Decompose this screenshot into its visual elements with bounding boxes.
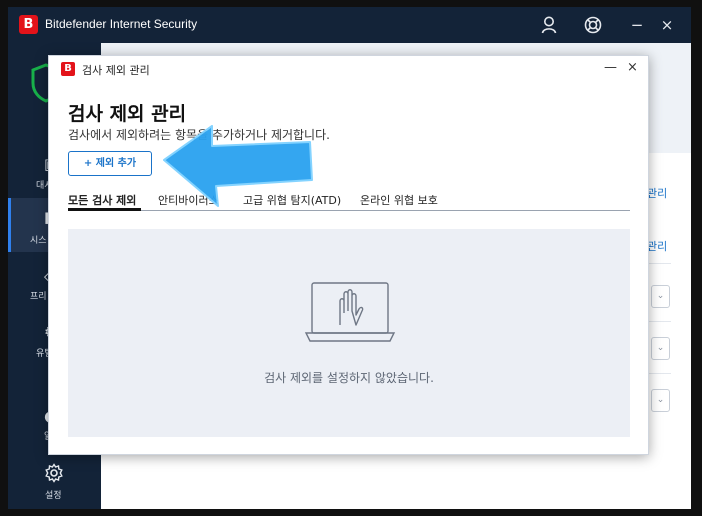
gear-icon: [45, 463, 63, 483]
tab-all-exclusions[interactable]: 모든 검사 제외: [68, 192, 136, 208]
bitdefender-logo: B: [19, 15, 38, 34]
dialog-close-button[interactable]: ×: [627, 60, 638, 75]
sidebar-item-settings[interactable]: 설정: [8, 461, 101, 503]
dialog-titlebar: B 검사 제외 관리 — ×: [49, 56, 648, 82]
active-tab-indicator: [68, 208, 141, 211]
dialog-minimize-button[interactable]: —: [604, 60, 617, 75]
lifebuoy-icon: [584, 16, 602, 34]
tab-online-threat-prevention[interactable]: 온라인 위협 보호: [360, 192, 438, 208]
close-button[interactable]: ×: [658, 13, 676, 37]
blue-pointer-arrow-icon: [163, 125, 313, 207]
add-exclusion-button[interactable]: + 제외 추가: [68, 151, 152, 176]
chevron-down-icon[interactable]: ⌄: [651, 389, 670, 412]
exclusion-tabs: 모든 검사 제외 안티바이러스 고급 위협 탐지(ATD) 온라인 위협 보호: [68, 190, 630, 211]
app-title: Bitdefender Internet Security: [45, 17, 198, 31]
manage-link[interactable]: 관리: [647, 238, 667, 254]
help-button[interactable]: [582, 13, 604, 37]
minimize-button[interactable]: −: [628, 13, 646, 37]
empty-state-message: 검사 제외를 설정하지 않았습니다.: [264, 371, 434, 385]
account-button[interactable]: [539, 13, 559, 37]
app-titlebar: B Bitdefender Internet Security − ×: [8, 7, 691, 43]
laptop-hand-icon: [304, 282, 396, 342]
manage-link[interactable]: 관리: [647, 185, 667, 201]
person-icon: [541, 16, 557, 34]
chevron-down-icon[interactable]: ⌄: [651, 285, 670, 308]
dialog-window-title: 검사 제외 관리: [82, 64, 150, 77]
chevron-down-icon[interactable]: ⌄: [651, 337, 670, 360]
exclusions-dialog: B 검사 제외 관리 — × 검사 제외 관리 검사에서 제외하려는 항목을 추…: [48, 55, 649, 455]
bitdefender-logo: B: [61, 62, 75, 76]
empty-state-panel: 검사 제외를 설정하지 않았습니다.: [68, 229, 630, 437]
